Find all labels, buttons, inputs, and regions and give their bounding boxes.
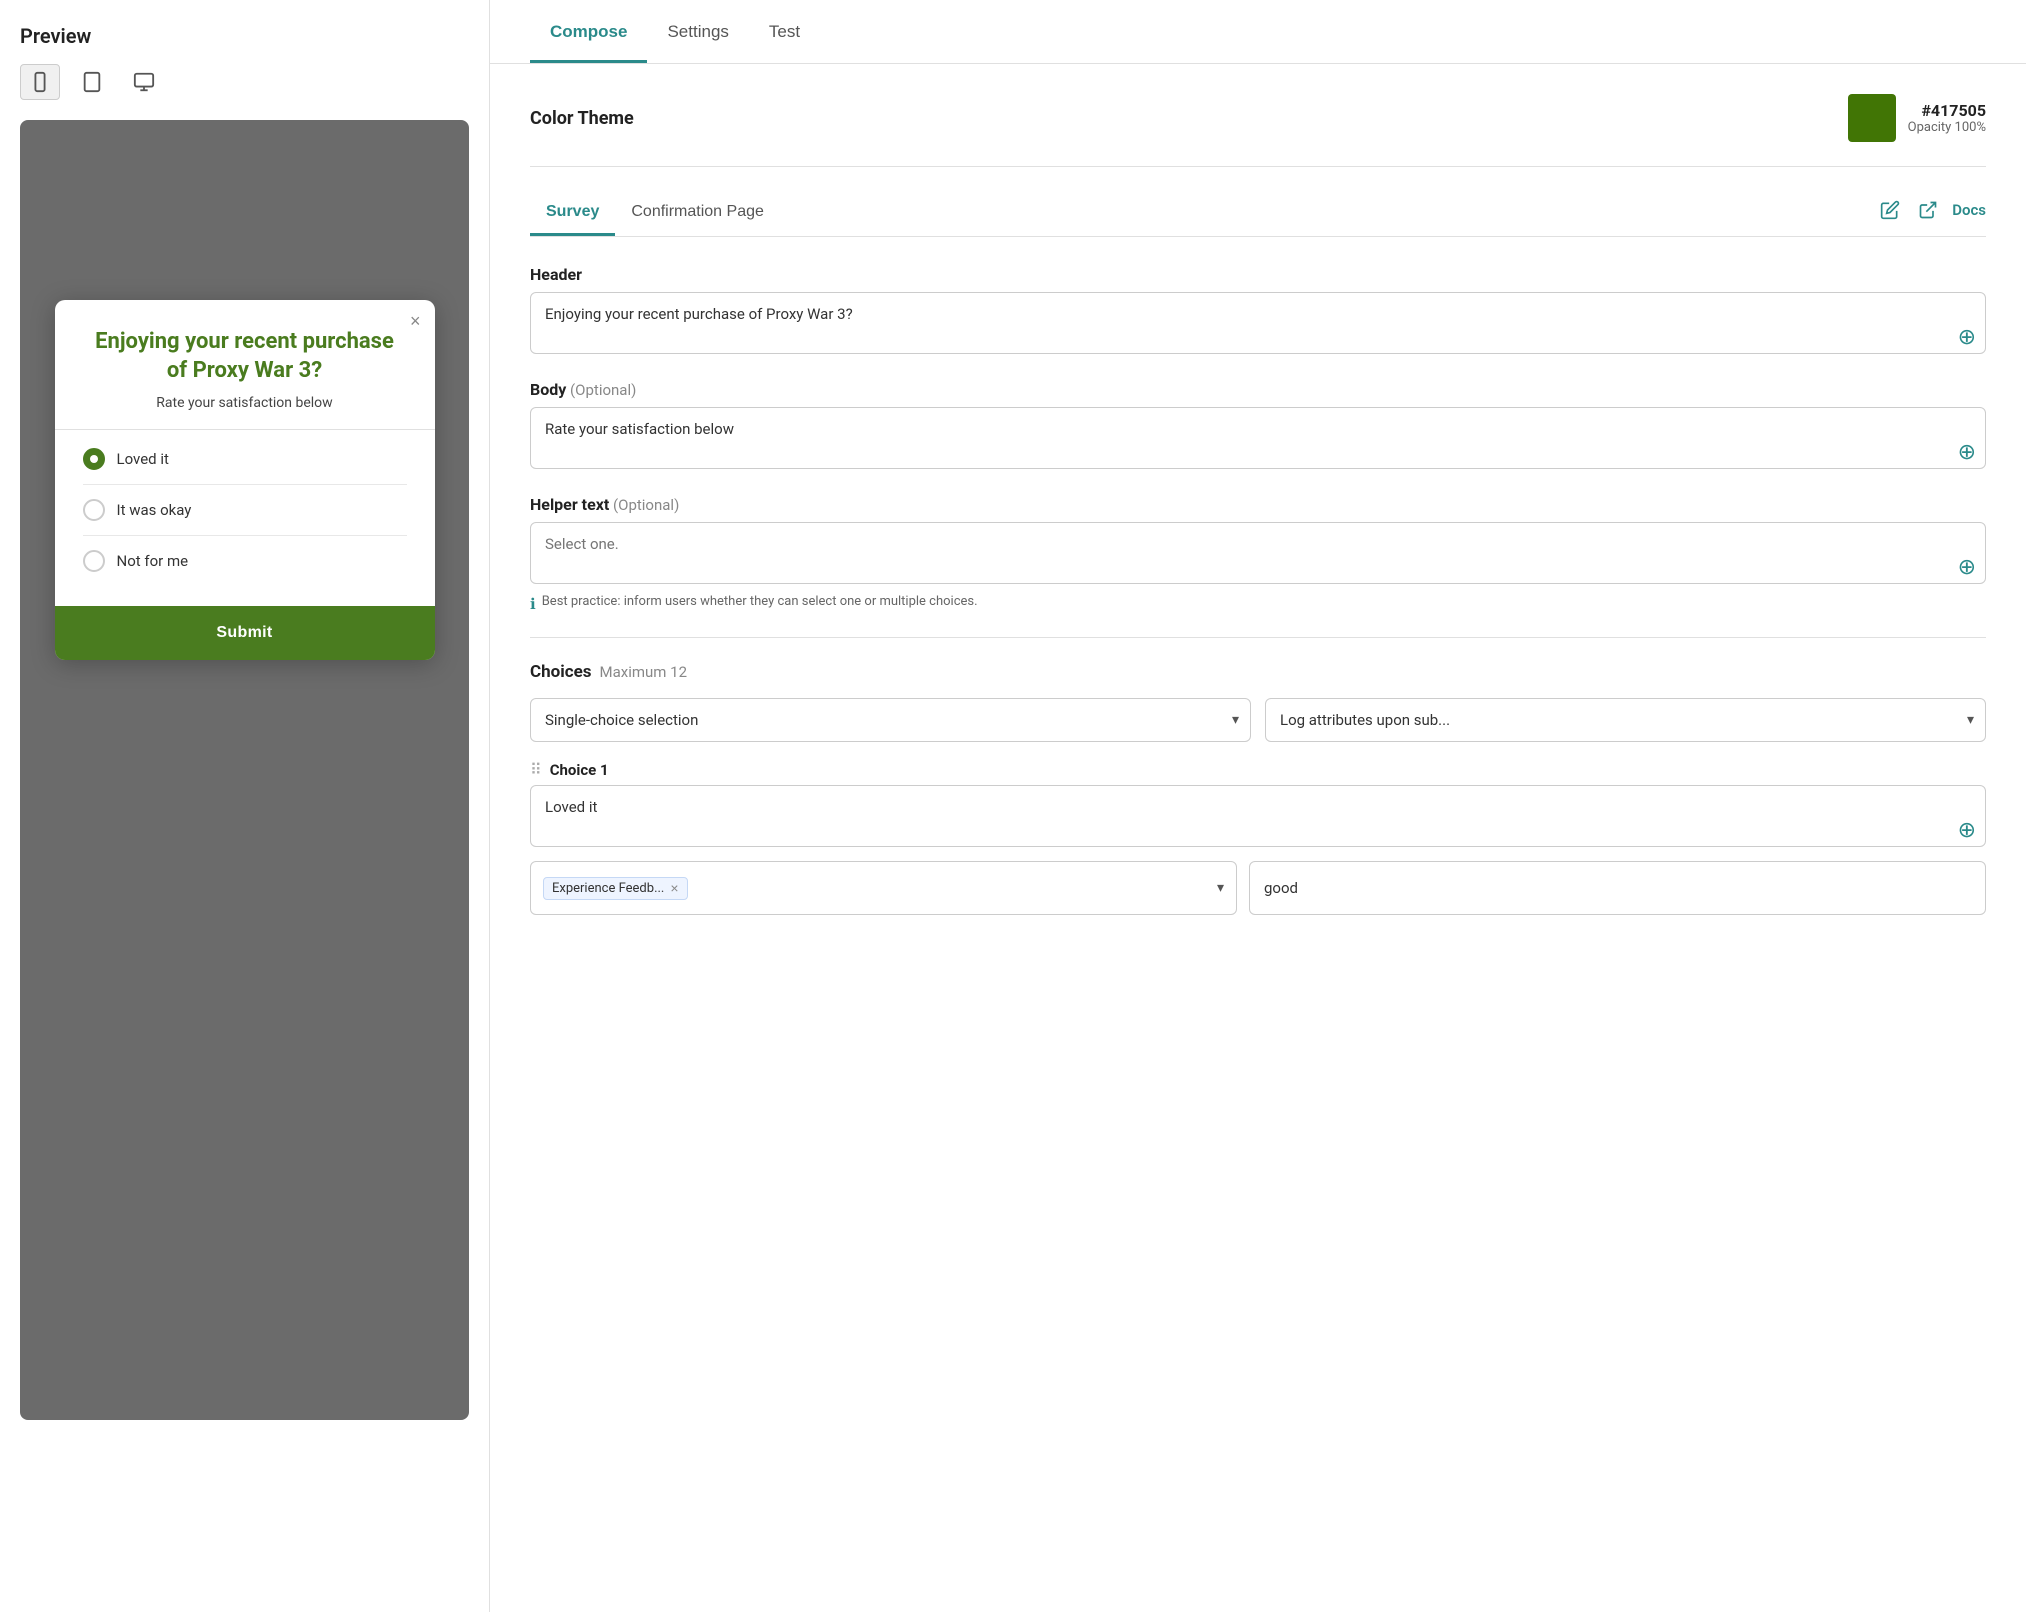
info-icon: ℹ: [530, 595, 536, 613]
helper-field-wrap: ⊕: [530, 522, 1986, 588]
header-field-group: Header ⊕: [530, 265, 1986, 358]
body-input[interactable]: [530, 407, 1986, 469]
survey-tabs: Survey Confirmation Page Docs: [530, 191, 1986, 237]
tab-compose[interactable]: Compose: [530, 0, 647, 63]
attribute-tag-wrap: Experience Feedb... × ▾: [530, 861, 1237, 915]
header-field-wrap: ⊕: [530, 292, 1986, 358]
modal-header-text: Enjoying your recent purchase of Proxy W…: [83, 328, 407, 385]
choice-1-value-wrap: ⊕: [530, 785, 1986, 851]
radio-circle: [83, 550, 105, 572]
desktop-device-button[interactable]: [124, 64, 164, 100]
external-link-icon-button[interactable]: [1914, 196, 1942, 224]
color-info: #417505 Opacity 100%: [1908, 101, 1986, 135]
list-item[interactable]: Loved it: [83, 434, 407, 485]
choice-1-attribute-row: Experience Feedb... × ▾: [530, 861, 1986, 915]
helper-hint: ℹ Best practice: inform users whether th…: [530, 594, 1986, 613]
color-opacity: Opacity 100%: [1908, 120, 1986, 135]
attribute-tag-label: Experience Feedb...: [552, 881, 664, 896]
tab-confirmation-page[interactable]: Confirmation Page: [615, 191, 780, 236]
helper-field-label: Helper text (Optional): [530, 495, 1986, 514]
color-swatch[interactable]: [1848, 94, 1896, 142]
header-input[interactable]: [530, 292, 1986, 354]
left-panel: Preview × Enjoying your re: [0, 0, 490, 1612]
submit-button[interactable]: Submit: [55, 606, 435, 660]
device-icons: [20, 64, 469, 100]
choice-list: Loved it It was okay Not for me: [83, 434, 407, 586]
mobile-device-button[interactable]: [20, 64, 60, 100]
choice-1-inputs: ⊕: [530, 785, 1986, 851]
selection-type-wrap: Single-choice selection Multiple-choice …: [530, 698, 1251, 742]
tab-test[interactable]: Test: [749, 0, 820, 63]
edit-icon-button[interactable]: [1876, 196, 1904, 224]
section-divider: [530, 637, 1986, 638]
modal-close-button[interactable]: ×: [410, 312, 421, 330]
attribute-tag-inner: Experience Feedb... × ▾: [530, 861, 1237, 915]
survey-modal: × Enjoying your recent purchase of Proxy…: [55, 300, 435, 660]
choice-label: It was okay: [117, 501, 192, 519]
choices-controls: Single-choice selection Multiple-choice …: [530, 698, 1986, 742]
preview-background: × Enjoying your recent purchase of Proxy…: [20, 120, 469, 1420]
choice-1-row: ⠿ Choice 1 ⊕ Experience Feedb...: [530, 760, 1986, 915]
attribute-value-input[interactable]: [1249, 861, 1986, 915]
selection-type-select[interactable]: Single-choice selection Multiple-choice …: [530, 698, 1251, 742]
header-field-label: Header: [530, 265, 1986, 284]
list-item[interactable]: Not for me: [83, 536, 407, 586]
choices-label: Choices: [530, 662, 592, 682]
color-hex: #417505: [1908, 101, 1986, 120]
helper-hint-text: Best practice: inform users whether they…: [542, 594, 978, 609]
body-field-group: Body (Optional) ⊕: [530, 380, 1986, 473]
list-item[interactable]: It was okay: [83, 485, 407, 536]
log-attributes-wrap: Log attributes upon sub... ▾: [1265, 698, 1986, 742]
helper-input[interactable]: [530, 522, 1986, 584]
attribute-tag: Experience Feedb... ×: [543, 877, 688, 900]
survey-tab-actions: Docs: [1876, 196, 1986, 232]
drag-handle-icon[interactable]: ⠿: [530, 760, 542, 779]
radio-circle: [83, 499, 105, 521]
choice-label: Not for me: [117, 552, 189, 570]
choice-1-label: Choice 1: [550, 761, 609, 779]
docs-link[interactable]: Docs: [1952, 201, 1986, 219]
choices-max-label: Maximum 12: [600, 663, 688, 681]
tab-settings[interactable]: Settings: [647, 0, 748, 63]
header-add-button[interactable]: ⊕: [1958, 326, 1976, 348]
tab-survey[interactable]: Survey: [530, 191, 615, 236]
tag-remove-button[interactable]: ×: [670, 881, 678, 895]
helper-field-group: Helper text (Optional) ⊕ ℹ Best practice…: [530, 495, 1986, 613]
choice-1-header: ⠿ Choice 1: [530, 760, 1986, 779]
body-add-button[interactable]: ⊕: [1958, 441, 1976, 463]
choice-label: Loved it: [117, 450, 169, 468]
modal-divider: [55, 429, 435, 430]
log-attributes-select[interactable]: Log attributes upon sub...: [1265, 698, 1986, 742]
radio-circle-selected: [83, 448, 105, 470]
helper-add-button[interactable]: ⊕: [1958, 556, 1976, 578]
body-field-wrap: ⊕: [530, 407, 1986, 473]
top-tabs: Compose Settings Test: [490, 0, 2026, 64]
choices-header: Choices Maximum 12: [530, 662, 1986, 682]
tag-chevron-icon[interactable]: ▾: [1217, 880, 1224, 896]
preview-title: Preview: [20, 24, 469, 48]
color-theme-row: Color Theme #417505 Opacity 100%: [530, 94, 1986, 167]
color-theme-right: #417505 Opacity 100%: [1848, 94, 1986, 142]
modal-subtext: Rate your satisfaction below: [83, 395, 407, 411]
tablet-device-button[interactable]: [72, 64, 112, 100]
color-theme-label: Color Theme: [530, 108, 634, 129]
body-field-label: Body (Optional): [530, 380, 1986, 399]
choice-1-add-button[interactable]: ⊕: [1958, 819, 1976, 841]
right-panel: Compose Settings Test Color Theme #41750…: [490, 0, 2026, 1612]
choice-1-value-input[interactable]: [530, 785, 1986, 847]
